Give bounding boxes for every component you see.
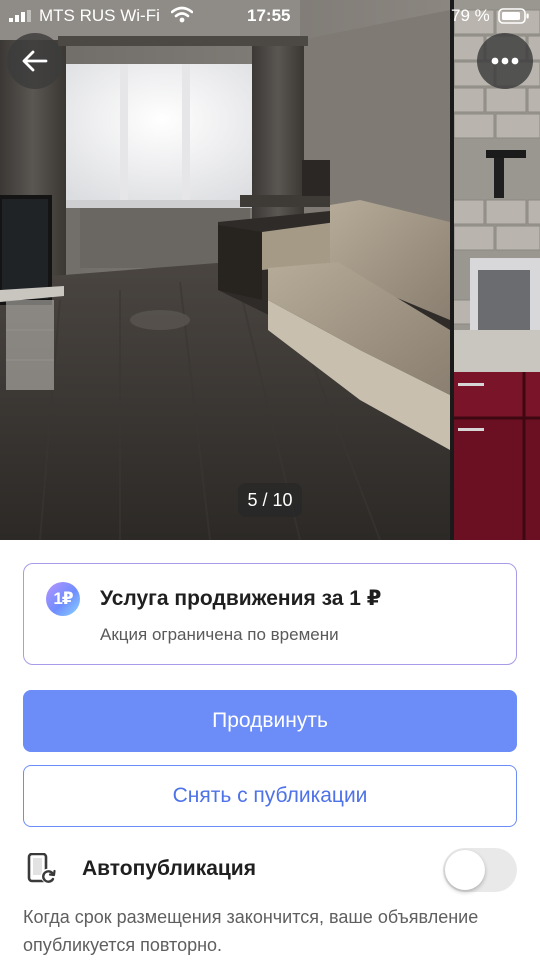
autopublish-toggle[interactable]: [443, 848, 517, 892]
gallery-photo-current[interactable]: [0, 0, 450, 540]
promo-card[interactable]: 1₽ Услуга продвижения за 1 ₽ Акция огран…: [23, 563, 517, 665]
wifi-icon: [171, 6, 193, 23]
autopublish-row: Автопубликация: [0, 845, 540, 895]
back-button[interactable]: [7, 33, 63, 89]
unpublish-button[interactable]: Снять с публикации: [23, 765, 517, 827]
promote-button[interactable]: Продвинуть: [23, 690, 517, 752]
arrow-left-icon: [22, 50, 48, 72]
carrier-name: MTS RUS Wi-Fi: [39, 6, 160, 25]
gallery-counter: 5 / 10: [238, 483, 302, 517]
promo-title: Услуга продвижения за 1 ₽: [100, 587, 382, 610]
room-photo: [0, 0, 450, 540]
toggle-knob: [445, 850, 485, 890]
promo-subtitle: Акция ограничена по времени: [100, 625, 339, 644]
status-bar: MTS RUS Wi-Fi 17:55 79 %: [0, 0, 540, 32]
more-horizontal-icon: [491, 57, 519, 65]
battery-percent: 79 %: [451, 6, 490, 25]
clock: 17:55: [247, 6, 291, 25]
more-options-button[interactable]: [477, 33, 533, 89]
battery-icon: [498, 8, 529, 24]
promo-ruble-icon: 1₽: [46, 582, 80, 616]
signal-icon: [9, 10, 31, 22]
auto-republish-icon: [27, 853, 56, 884]
autopublish-hint: Когда срок размещения закончится, ваше о…: [23, 907, 479, 955]
photo-gallery[interactable]: MTS RUS Wi-Fi 17:55 79 % 5 / 10: [0, 0, 540, 540]
listing-screen: MTS RUS Wi-Fi 17:55 79 % 5 / 10 1₽ Услуг…: [0, 0, 540, 960]
autopublish-label: Автопубликация: [82, 857, 256, 880]
